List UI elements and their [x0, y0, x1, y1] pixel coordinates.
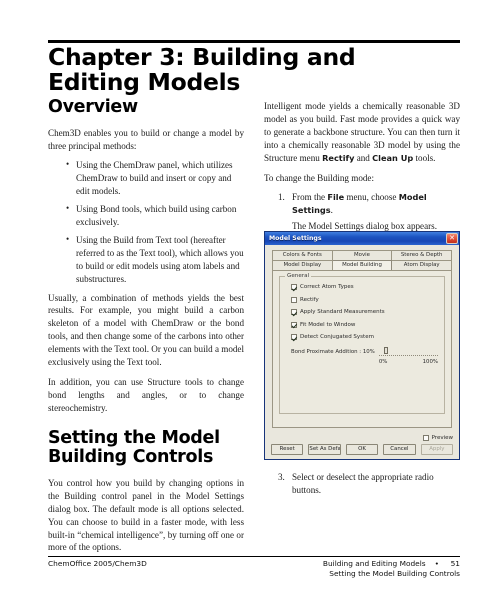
- ok-button[interactable]: OK: [345, 444, 379, 455]
- slider-thumb[interactable]: [383, 346, 388, 354]
- footer-chapter-line: Building and Editing Models • 51: [323, 559, 460, 569]
- tab-model-building[interactable]: Model Building: [332, 260, 393, 270]
- document-page: Chapter 3: Building and Editing Models O…: [0, 0, 500, 600]
- bond-proximate-addition-row: Bond Proximate Addition : 10% 0% 100%: [287, 346, 438, 365]
- list-item: Using Bond tools, which build using carb…: [66, 202, 244, 229]
- in-addition-paragraph: In addition, you can use Structure tools…: [48, 377, 244, 413]
- slider-min-label: 0%: [378, 358, 388, 365]
- model-settings-dialog-figure: Model Settings ✕ Colors & Fonts Movie St…: [264, 231, 460, 460]
- step1-text-a: From the: [292, 192, 328, 203]
- slider-label: Bond Proximate Addition : 10%: [291, 348, 375, 355]
- building-mode-steps-continued: Select or deselect the appropriate radio…: [264, 471, 460, 497]
- intelligent-text-b: and: [354, 152, 373, 163]
- tab-stereo-and-depth[interactable]: Stereo & Depth: [392, 250, 453, 260]
- set-as-default-button[interactable]: Set As Default: [308, 444, 341, 455]
- tab-colors-and-fonts[interactable]: Colors & Fonts: [272, 250, 333, 260]
- checkbox-row-correct-atom-types[interactable]: Correct Atom Types: [287, 284, 438, 290]
- general-groupbox: General Correct Atom Types Rectify Apply…: [279, 273, 445, 414]
- checkbox-row-detect-conjugated-system[interactable]: Detect Conjugated System: [287, 334, 438, 340]
- checkbox-label: Rectify: [300, 296, 319, 303]
- slider-max-label: 100%: [422, 358, 438, 365]
- checkbox-row-fit-model-to-window[interactable]: Fit Model to Window: [287, 321, 438, 328]
- tab-movie[interactable]: Movie: [332, 250, 393, 260]
- checkbox-label: Detect Conjugated System: [300, 334, 374, 340]
- footer-chapter-title: Building and Editing Models: [322, 559, 426, 568]
- preview-checkbox-row[interactable]: Preview: [271, 435, 453, 441]
- checkbox-label: Fit Model to Window: [300, 321, 356, 328]
- slider-ticks: [378, 354, 438, 359]
- dialog-tabstrip: Colors & Fonts Movie Stereo & Depth Mode…: [272, 250, 453, 428]
- usually-paragraph: Usually, a combination of methods yields…: [48, 292, 244, 368]
- footer-rule: [48, 556, 460, 557]
- dialog-footer: Preview Reset Set As Default OK Cancel A…: [271, 435, 454, 455]
- cancel-button[interactable]: Cancel: [383, 444, 416, 455]
- reset-button[interactable]: Reset: [271, 444, 304, 455]
- step1-text-b: menu, choose: [344, 192, 399, 203]
- intelligent-mode-paragraph: Intelligent mode yields a chemically rea…: [264, 100, 460, 165]
- preview-label: Preview: [431, 435, 453, 441]
- slider-end-labels: 0% 100%: [379, 359, 438, 365]
- methods-bullet-list: Using the ChemDraw panel, which utilizes…: [48, 158, 244, 286]
- slider-wrapper: 0% 100%: [378, 346, 438, 365]
- checkbox-icon[interactable]: [291, 321, 297, 328]
- checkbox-label: Correct Atom Types: [300, 284, 354, 290]
- checkbox-icon[interactable]: [291, 296, 297, 303]
- footer-left-text: ChemOffice 2005/Chem3D: [48, 559, 147, 568]
- file-menu-name: File: [327, 192, 345, 203]
- rectify-tool-name: Rectify: [322, 152, 355, 163]
- list-item: Using the ChemDraw panel, which utilizes…: [66, 158, 244, 198]
- tab-model-display[interactable]: Model Display: [272, 260, 333, 270]
- model-building-tab-panel: General Correct Atom Types Rectify Apply…: [272, 270, 452, 428]
- to-change-paragraph: To change the Building mode:: [264, 172, 374, 183]
- overview-intro-paragraph: Chem3D enables you to build or change a …: [48, 127, 244, 151]
- checkbox-icon[interactable]: [291, 284, 297, 290]
- model-settings-dialog: Model Settings ✕ Colors & Fonts Movie St…: [264, 231, 460, 460]
- checkbox-icon[interactable]: [291, 309, 297, 315]
- list-item: Select or deselect the appropriate radio…: [278, 471, 434, 495]
- dialog-title: Model Settings: [269, 235, 322, 242]
- control-paragraph: You control how you build by changing op…: [48, 477, 244, 553]
- close-icon[interactable]: ✕: [446, 233, 458, 244]
- footer-separator: •: [434, 559, 439, 568]
- list-item: From the File menu, choose Model Setting…: [278, 191, 460, 233]
- dialog-titlebar: Model Settings ✕: [265, 232, 459, 245]
- checkbox-row-apply-standard-measurements[interactable]: Apply Standard Measurements: [287, 309, 438, 315]
- general-groupbox-label: General: [285, 273, 312, 279]
- footer-section-title: Setting the Model Building Controls: [329, 568, 460, 578]
- footer-right-block: Building and Editing Models • 51 Setting t…: [323, 559, 460, 579]
- checkbox-icon[interactable]: [291, 334, 297, 340]
- right-column-continued: Select or deselect the appropriate radio…: [264, 466, 460, 502]
- step1-text-c: .: [330, 205, 333, 216]
- tab-atom-display[interactable]: Atom Display: [392, 260, 453, 270]
- left-column: Overview Chem3D enables you to build or …: [48, 97, 244, 561]
- checkbox-label: Apply Standard Measurements: [300, 309, 385, 315]
- overview-heading: Overview: [48, 97, 138, 117]
- dialog-body: Colors & Fonts Movie Stereo & Depth Mode…: [265, 245, 459, 459]
- page-number: 51: [450, 559, 460, 568]
- cleanup-tool-name: Clean Up: [372, 152, 414, 163]
- intelligent-text-c: tools.: [413, 152, 436, 163]
- slider-track[interactable]: [378, 346, 438, 359]
- checkbox-icon[interactable]: [422, 435, 429, 441]
- setting-controls-heading: Setting the Model Building Controls: [48, 427, 220, 468]
- tab-row-upper: Colors & Fonts Movie Stereo & Depth: [272, 250, 453, 260]
- apply-button: Apply: [420, 444, 454, 455]
- list-item: Using the Build from Text tool (hereafte…: [66, 233, 244, 286]
- tab-row-lower: Model Display Model Building Atom Displa…: [272, 260, 453, 270]
- checkbox-row-rectify[interactable]: Rectify: [287, 296, 438, 303]
- chapter-title: Chapter 3: Building and Editing Models: [48, 43, 356, 96]
- dialog-button-row: Reset Set As Default OK Cancel Apply: [271, 444, 454, 455]
